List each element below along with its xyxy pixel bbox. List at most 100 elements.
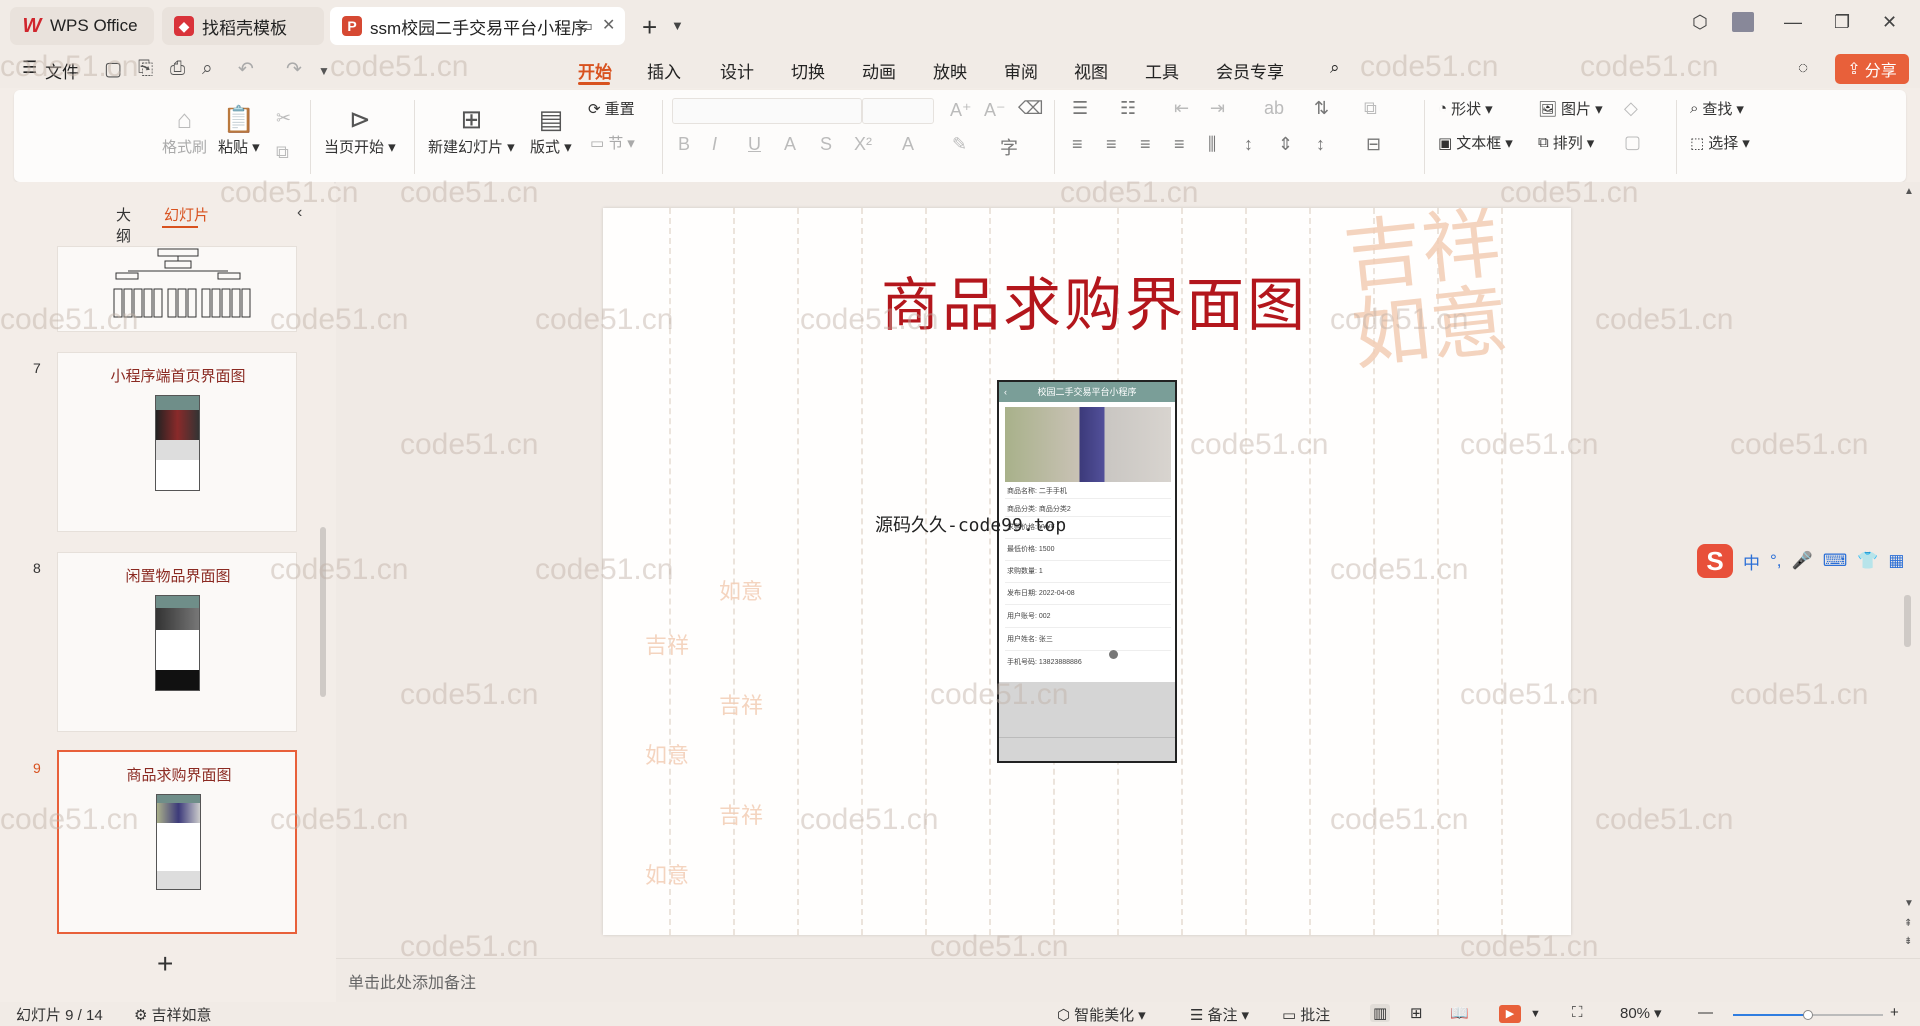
chevron-down-icon[interactable]: ▼ — [671, 18, 684, 33]
slide-sorter-icon[interactable]: ⊞ — [1410, 1004, 1423, 1022]
menu-tools[interactable]: 工具 — [1145, 58, 1179, 83]
menu-review[interactable]: 审阅 — [1004, 58, 1038, 83]
menu-slideshow[interactable]: 放映 — [933, 58, 967, 83]
slide-thumbnail-9-selected[interactable]: 商品求购界面图 — [57, 750, 297, 934]
tab-slides[interactable]: 幻灯片 — [164, 204, 209, 225]
format-painter-button[interactable]: ⌂ 格式刷 — [162, 102, 207, 157]
reset-button[interactable]: ⟳ 重置 — [588, 98, 635, 119]
current-slide[interactable]: 吉祥如意 吉祥 如意 吉祥 如意 吉祥 如意 商品求购界面图 ‹ 校园二手交易平… — [603, 208, 1571, 935]
comments-button[interactable]: ▭ 批注 — [1282, 1004, 1330, 1025]
sogou-logo-icon[interactable]: S — [1697, 544, 1733, 578]
new-tab-button[interactable]: + — [642, 12, 657, 43]
close-window-icon[interactable]: ✕ — [1882, 12, 1897, 33]
menu-member[interactable]: 会员专享 — [1216, 58, 1284, 83]
strikethrough-icon[interactable]: A — [784, 134, 796, 155]
zoom-out-button[interactable]: — — [1698, 1004, 1713, 1021]
distribute-icon[interactable]: ⫼ — [1208, 134, 1216, 155]
align-left-icon[interactable]: ≡ — [1072, 134, 1083, 155]
scroll-down-icon[interactable]: ▼ — [1904, 898, 1914, 909]
underline-icon[interactable]: U — [748, 134, 761, 155]
next-slide-icon[interactable]: ⇟ — [1904, 936, 1912, 947]
arrange-button[interactable]: ⧉ 排列 ▾ — [1538, 132, 1594, 153]
superscript-icon[interactable]: X² — [854, 134, 872, 155]
chevron-down-icon[interactable]: ▼ — [1530, 1008, 1541, 1020]
picture-button[interactable]: 🖼 图片 ▾ — [1538, 98, 1603, 119]
increase-font-icon[interactable]: A⁺ — [950, 100, 972, 121]
slideshow-play-icon[interactable]: ▶ — [1499, 1005, 1521, 1023]
add-slide-button[interactable]: + — [157, 948, 173, 980]
align-right-icon[interactable]: ≡ — [1140, 134, 1151, 155]
reading-view-icon[interactable]: 📖 — [1450, 1004, 1469, 1022]
phone-screenshot-image[interactable]: ‹ 校园二手交易平台小程序 商品名称: 二手手机 商品分类: 商品分类2 求购价… — [997, 380, 1177, 763]
tab-outline[interactable]: 大纲 — [116, 204, 131, 246]
smart-beautify-button[interactable]: ⬡ 智能美化 ▾ — [1057, 1004, 1146, 1025]
save-icon[interactable]: ▢ — [104, 58, 122, 81]
fit-window-icon[interactable]: ⛶ — [1572, 1004, 1583, 1021]
zoom-slider-knob[interactable] — [1803, 1010, 1813, 1020]
notes-toggle-button[interactable]: ☰ 备注 ▾ — [1190, 1004, 1249, 1025]
undo-icon[interactable]: ↶ — [238, 58, 254, 81]
bold-icon[interactable]: B — [678, 134, 690, 155]
menu-animation[interactable]: 动画 — [862, 58, 896, 83]
share-button[interactable]: ⇪ 分享 — [1835, 54, 1909, 84]
justify-icon[interactable]: ≡ — [1174, 134, 1185, 155]
tab-wps-office[interactable]: W WPS Office — [10, 7, 154, 45]
outline-icon[interactable]: ▢ — [1624, 132, 1641, 153]
ime-punctuation[interactable]: °, — [1770, 551, 1782, 571]
font-family-select[interactable] — [672, 98, 862, 124]
panel-scrollbar[interactable] — [320, 527, 326, 697]
comment-icon[interactable]: ◌ — [1798, 58, 1808, 78]
collapse-panel-icon[interactable]: ‹ — [297, 204, 302, 222]
column-spacing-icon[interactable]: ↕ — [1316, 134, 1325, 155]
font-size-select[interactable] — [862, 98, 934, 124]
align-center-icon[interactable]: ≡ — [1106, 134, 1117, 155]
shadow-text-icon[interactable]: S — [820, 134, 832, 155]
zoom-level[interactable]: 80% ▾ — [1620, 1004, 1662, 1023]
window-tile-icon[interactable]: ▭ — [578, 16, 593, 36]
select-button[interactable]: ⬚ 选择 ▾ — [1690, 132, 1750, 153]
menu-transition[interactable]: 切换 — [791, 58, 825, 83]
italic-icon[interactable]: I — [712, 134, 717, 155]
microphone-icon[interactable]: 🎤 — [1792, 551, 1813, 571]
phonetic-icon[interactable]: 字 — [1000, 134, 1018, 160]
slide-title[interactable]: 商品求购界面图 — [881, 258, 1308, 342]
theme-name[interactable]: ⚙ 吉祥如意 — [134, 1004, 211, 1025]
slide-thumbnail-6[interactable] — [57, 246, 297, 332]
find-button[interactable]: ⌕ 查找 ▾ — [1690, 98, 1744, 119]
notes-placeholder[interactable]: 单击此处添加备注 — [348, 969, 476, 993]
skin-icon[interactable]: 👕 — [1857, 551, 1878, 571]
font-color-icon[interactable]: A — [902, 134, 914, 155]
toolbox-icon[interactable]: ▦ — [1888, 551, 1904, 571]
minimize-icon[interactable]: — — [1784, 12, 1802, 33]
decrease-font-icon[interactable]: A⁻ — [984, 100, 1006, 121]
line-spacing-icon[interactable]: ↕ — [1244, 134, 1253, 155]
close-tab-icon[interactable]: ✕ — [602, 15, 615, 35]
copy-icon[interactable]: ⧉ — [276, 142, 289, 163]
tab-current-document[interactable]: P ssm校园二手交易平台小程序 ▭ ✕ — [330, 7, 625, 45]
from-current-button[interactable]: ⊳ 当页开始 ▾ — [324, 102, 396, 157]
clear-format-icon[interactable]: ⌫ — [1018, 98, 1043, 119]
canvas-scrollbar[interactable] — [1904, 595, 1911, 647]
restore-icon[interactable]: ❐ — [1834, 12, 1850, 33]
menu-design[interactable]: 设计 — [720, 58, 754, 83]
zoom-slider[interactable] — [1733, 1010, 1883, 1020]
text-box-align-icon[interactable]: ⊟ — [1366, 134, 1381, 155]
search-icon[interactable]: ⌕ — [1330, 58, 1340, 78]
textbox-button[interactable]: ▣ 文本框 ▾ — [1438, 132, 1513, 153]
menu-view[interactable]: 视图 — [1074, 58, 1108, 83]
cut-icon[interactable]: ✂ — [276, 108, 291, 129]
hamburger-icon[interactable]: ☰ — [22, 58, 37, 78]
slide-thumbnail-8[interactable]: 闲置物品界面图 — [57, 552, 297, 732]
avatar[interactable] — [1732, 12, 1754, 32]
zoom-in-button[interactable]: + — [1890, 1004, 1899, 1021]
previous-slide-icon[interactable]: ⇞ — [1904, 918, 1912, 929]
redo-icon[interactable]: ↷ — [286, 58, 302, 81]
menu-file[interactable]: 文件 — [45, 58, 79, 83]
section-button[interactable]: ▭ 节 ▾ — [590, 132, 635, 153]
normal-view-icon[interactable]: ▥ — [1370, 1004, 1391, 1022]
highlight-icon[interactable]: ✎ — [952, 134, 967, 155]
scroll-up-icon[interactable]: ▲ — [1904, 186, 1914, 197]
paragraph-spacing-icon[interactable]: ⇕ — [1278, 134, 1293, 155]
export-icon[interactable]: ⎘ — [138, 58, 153, 80]
chevron-down-icon[interactable]: ▼ — [318, 64, 330, 78]
